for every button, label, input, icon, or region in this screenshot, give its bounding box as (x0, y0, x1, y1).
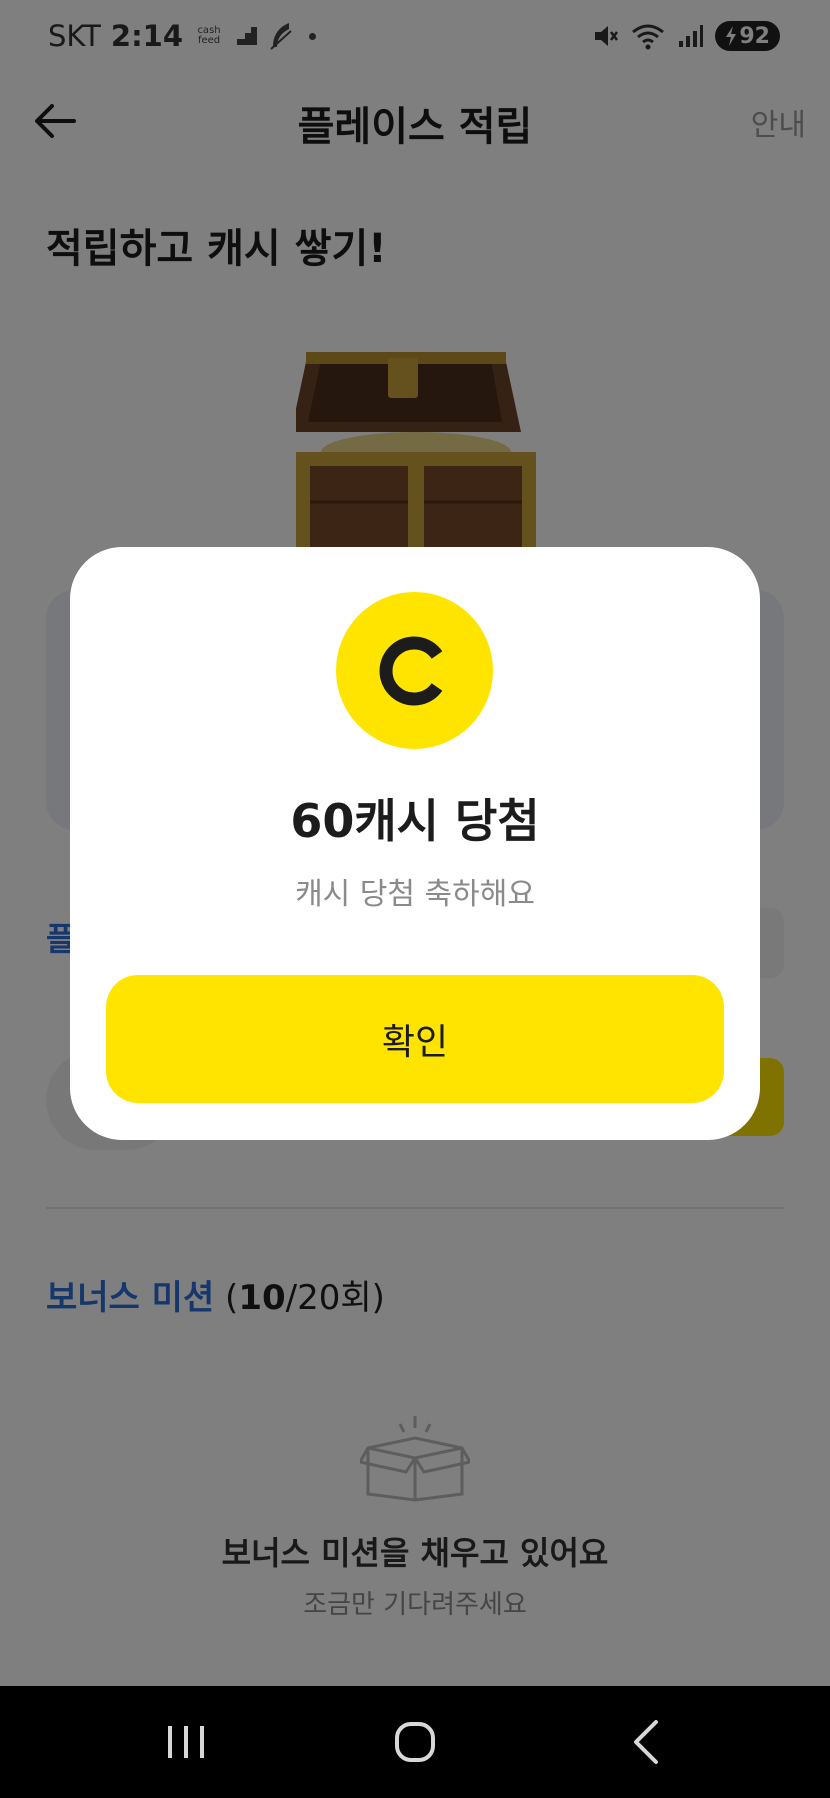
cash-c-glyph-icon (379, 636, 442, 705)
confirm-button[interactable]: 확인 (106, 975, 724, 1103)
home-icon[interactable] (385, 1714, 445, 1770)
reward-modal: 60캐시 당첨 캐시 당첨 축하해요 확인 (70, 547, 760, 1140)
cash-coin-icon (336, 592, 493, 749)
recent-apps-icon[interactable] (156, 1714, 216, 1770)
modal-subtitle: 캐시 당첨 축하해요 (295, 877, 535, 912)
back-nav-icon[interactable] (618, 1714, 678, 1770)
system-nav-bar (0, 1686, 830, 1798)
modal-title: 60캐시 당첨 (290, 794, 540, 848)
